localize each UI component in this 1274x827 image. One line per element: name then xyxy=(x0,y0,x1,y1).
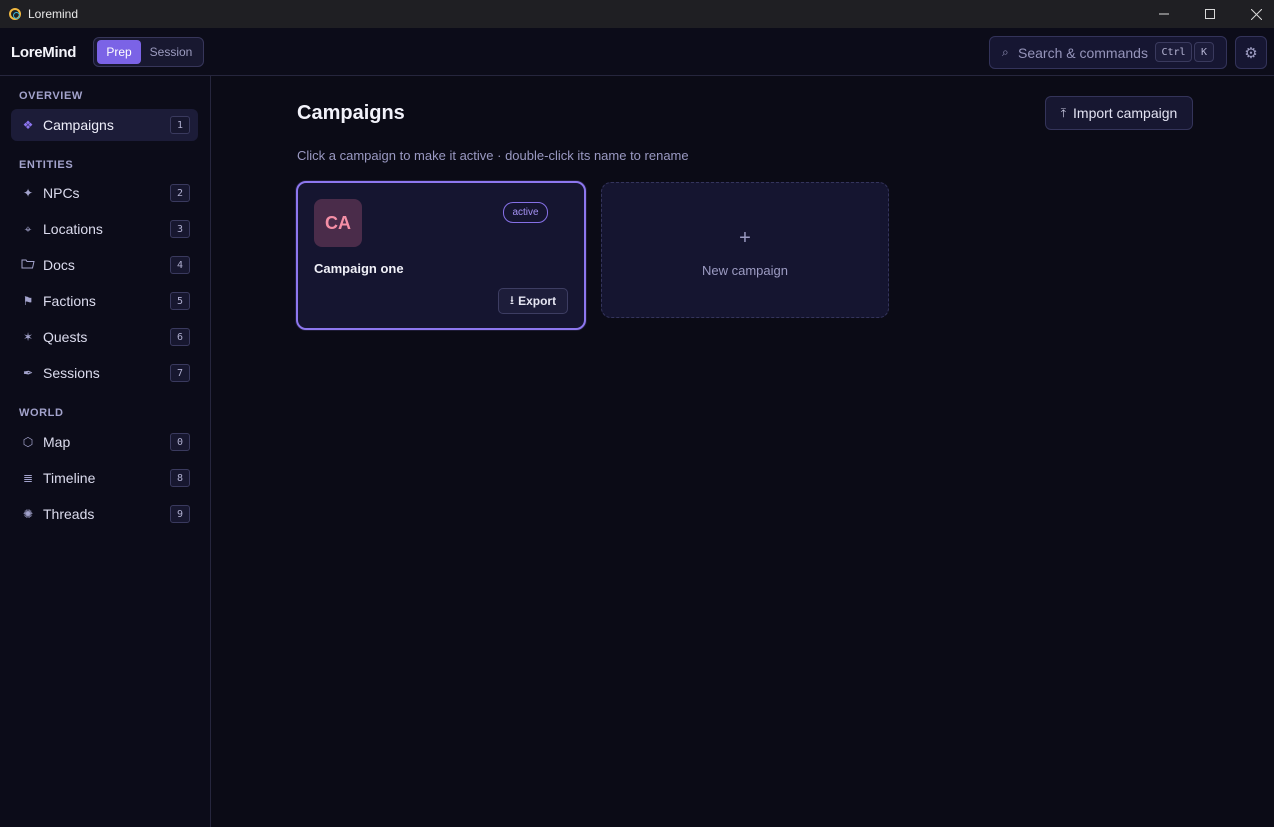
campaign-card[interactable]: CA active Campaign one ⭳ Export xyxy=(296,181,586,330)
asterisk-icon: ✺ xyxy=(22,507,34,521)
campaign-avatar: CA xyxy=(314,199,362,247)
import-campaign-label: Import campaign xyxy=(1073,105,1178,121)
flag-icon: ⚑ xyxy=(22,294,34,308)
shortcut-badge: 2 xyxy=(170,184,190,202)
shortcut-badge: 8 xyxy=(170,469,190,487)
window-title: Loremind xyxy=(28,7,79,21)
folder-icon xyxy=(21,258,35,272)
lines-icon: ≣ xyxy=(22,471,34,485)
shortcut-ctrl-key: Ctrl xyxy=(1155,42,1192,62)
plus-icon: + xyxy=(739,227,751,249)
quill-icon: ✒ xyxy=(22,366,34,380)
sidebar-item-campaigns[interactable]: ❖ Campaigns 1 xyxy=(11,109,198,141)
shortcut-badge: 0 xyxy=(170,433,190,451)
sidebar-item-locations[interactable]: ⌖ Locations 3 xyxy=(11,213,198,245)
minimize-window-button[interactable] xyxy=(1141,0,1187,28)
upload-icon: ⤒ xyxy=(1060,105,1067,120)
shortcut-badge: 4 xyxy=(170,256,190,274)
sidebar-item-label: Threads xyxy=(43,506,95,522)
sidebar-item-label: Sessions xyxy=(43,365,100,381)
app-logo-icon xyxy=(9,8,21,20)
sidebar-item-quests[interactable]: ✶ Quests 6 xyxy=(11,321,198,353)
sidebar-item-docs[interactable]: Docs 4 xyxy=(11,249,198,281)
session-mode-button[interactable]: Session xyxy=(141,40,201,64)
import-campaign-button[interactable]: ⤒ Import campaign xyxy=(1045,96,1193,130)
new-campaign-label: New campaign xyxy=(702,263,788,278)
close-window-button[interactable] xyxy=(1233,0,1274,28)
app-header: LoreMind Prep Session ⌕ Search & command… xyxy=(0,28,1274,76)
search-icon: ⌕ xyxy=(1002,45,1009,59)
gear-icon: ⚙ xyxy=(1244,44,1258,62)
shortcut-badge: 7 xyxy=(170,364,190,382)
sidebar-item-label: Locations xyxy=(43,221,103,237)
shortcut-badge: 5 xyxy=(170,292,190,310)
star-icon: ✶ xyxy=(22,330,34,344)
sidebar-item-label: Quests xyxy=(43,329,88,345)
sidebar-item-label: Timeline xyxy=(43,470,96,486)
export-label: Export xyxy=(518,294,557,308)
mode-toggle: Prep Session xyxy=(93,37,204,67)
brand-logo[interactable]: LoreMind xyxy=(11,44,76,61)
diamond-icon: ❖ xyxy=(22,118,34,132)
window-titlebar: Loremind xyxy=(0,0,1274,28)
sidebar: OVERVIEW ❖ Campaigns 1 ENTITIES ✦ NPCs 2… xyxy=(0,76,211,827)
page-subtitle: Click a campaign to make it active · dou… xyxy=(297,148,689,163)
shortcut-badge: 9 xyxy=(170,505,190,523)
section-label-overview: OVERVIEW xyxy=(19,90,83,102)
sidebar-item-map[interactable]: ⬡ Map 0 xyxy=(11,426,198,458)
sidebar-item-npcs[interactable]: ✦ NPCs 2 xyxy=(11,177,198,209)
section-label-world: WORLD xyxy=(19,407,64,419)
sparkle-icon: ✦ xyxy=(22,186,34,200)
pin-icon: ⌖ xyxy=(24,221,32,236)
minimize-icon xyxy=(1159,13,1169,15)
shortcut-k-key: K xyxy=(1194,42,1214,62)
sidebar-item-label: Campaigns xyxy=(43,117,114,133)
sidebar-item-threads[interactable]: ✺ Threads 9 xyxy=(11,498,198,530)
search-label: Search & commands xyxy=(1018,44,1148,61)
active-badge: active xyxy=(503,202,548,223)
close-icon xyxy=(1250,8,1262,20)
sidebar-item-label: Docs xyxy=(43,257,75,273)
maximize-window-button[interactable] xyxy=(1187,0,1233,28)
sidebar-item-timeline[interactable]: ≣ Timeline 8 xyxy=(11,462,198,494)
page-title: Campaigns xyxy=(297,102,405,124)
sidebar-item-label: Map xyxy=(43,434,71,450)
shortcut-badge: 3 xyxy=(170,220,190,238)
export-button[interactable]: ⭳ Export xyxy=(498,288,568,314)
shortcut-badge: 1 xyxy=(170,116,190,134)
sidebar-item-sessions[interactable]: ✒ Sessions 7 xyxy=(11,357,198,389)
sidebar-item-factions[interactable]: ⚑ Factions 5 xyxy=(11,285,198,317)
hexagon-icon: ⬡ xyxy=(22,435,34,449)
shortcut-badge: 6 xyxy=(170,328,190,346)
search-commands-button[interactable]: ⌕ Search & commands Ctrl K xyxy=(989,36,1227,69)
settings-button[interactable]: ⚙ xyxy=(1235,36,1267,69)
sidebar-item-label: NPCs xyxy=(43,185,80,201)
sidebar-item-label: Factions xyxy=(43,293,96,309)
prep-mode-button[interactable]: Prep xyxy=(97,40,141,64)
campaign-name[interactable]: Campaign one xyxy=(314,261,404,276)
section-label-entities: ENTITIES xyxy=(19,159,74,171)
new-campaign-card[interactable]: + New campaign xyxy=(601,182,889,318)
maximize-icon xyxy=(1205,9,1215,19)
download-icon: ⭳ xyxy=(509,292,515,307)
